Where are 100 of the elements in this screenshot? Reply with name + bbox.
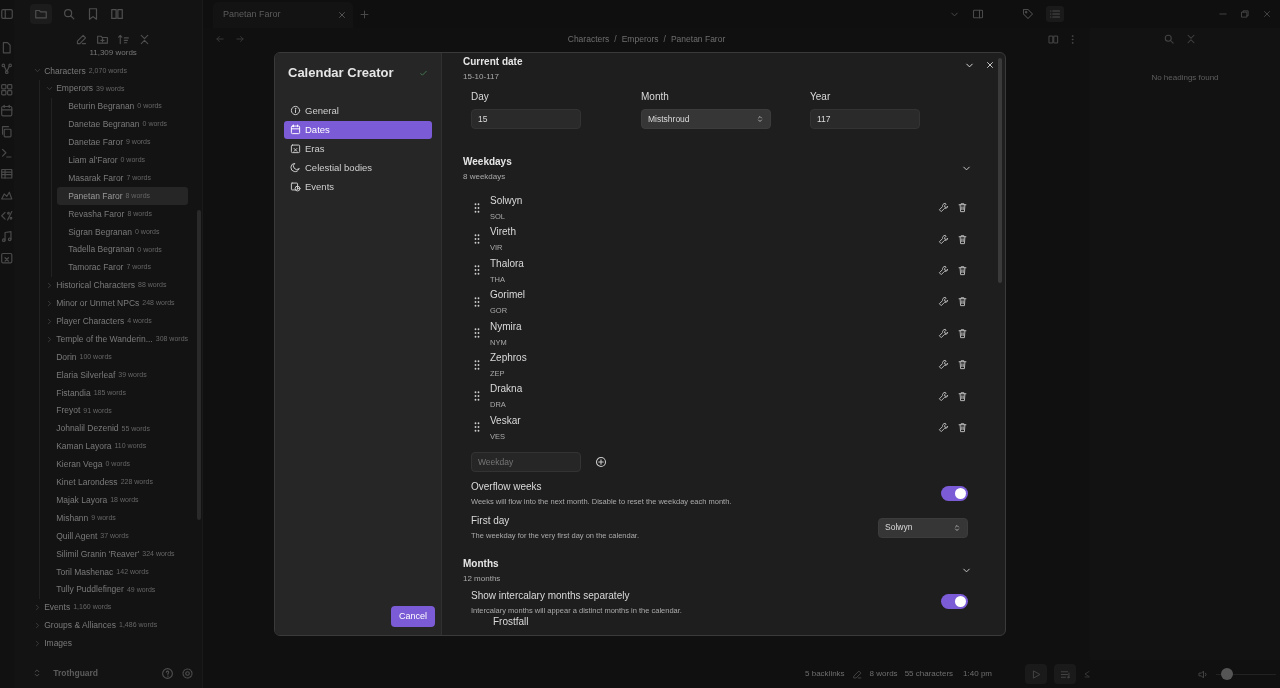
character-count: 55 characters <box>904 668 954 680</box>
select-field[interactable]: Solwyn <box>878 517 968 538</box>
cancel-button[interactable]: Cancel <box>391 605 435 627</box>
breadcrumb-link[interactable]: Panetan Faror <box>670 32 726 46</box>
nav-item[interactable]: General <box>284 102 432 120</box>
delete-icon[interactable] <box>957 390 968 402</box>
terminal-icon[interactable] <box>0 146 14 160</box>
wrench-icon[interactable] <box>938 359 949 371</box>
input-field[interactable]: 15 <box>471 109 581 129</box>
grid-icon[interactable] <box>0 83 14 97</box>
file-icon[interactable] <box>0 41 14 55</box>
breadcrumb-separator: / <box>614 32 617 46</box>
forward-icon[interactable] <box>235 34 246 44</box>
slider-thumb[interactable] <box>1220 668 1233 680</box>
toggle-switch[interactable] <box>941 594 968 610</box>
folder-icon[interactable] <box>34 7 49 21</box>
field-label: Year <box>810 90 832 104</box>
check-icon[interactable] <box>419 68 428 78</box>
nav-item[interactable]: Celestial bodies <box>284 159 432 177</box>
breadcrumb-separator: / <box>663 32 666 46</box>
wrench-icon[interactable] <box>938 421 949 433</box>
delete-icon[interactable] <box>957 359 968 371</box>
book-icon[interactable] <box>110 7 125 21</box>
empty-outline-message: No headings found <box>1151 72 1219 84</box>
weekday-name: Thalora <box>490 256 524 271</box>
nav-item[interactable]: Dates <box>284 121 432 139</box>
wrench-icon[interactable] <box>938 390 949 402</box>
delete-icon[interactable] <box>957 202 968 214</box>
code-icon[interactable] <box>0 209 14 223</box>
edit-icon[interactable] <box>851 668 863 680</box>
breadcrumb-link[interactable]: Characters <box>567 32 610 46</box>
scrollbar[interactable] <box>197 210 202 520</box>
play-button[interactable] <box>1025 664 1047 684</box>
list-icon[interactable] <box>1049 8 1061 20</box>
wrench-icon[interactable] <box>938 264 949 276</box>
weekday-name: Drakna <box>490 382 523 397</box>
close-icon[interactable] <box>985 60 995 70</box>
delete-icon[interactable] <box>957 233 968 245</box>
toggle-switch[interactable] <box>941 485 968 501</box>
calendar-icon[interactable] <box>0 251 14 265</box>
delete-icon[interactable] <box>957 264 968 276</box>
section-title: Weekdays <box>463 155 512 169</box>
note-tab[interactable]: Panetan Faror <box>213 2 354 28</box>
split-view-icon[interactable] <box>972 8 984 20</box>
search-icon[interactable] <box>62 7 77 21</box>
tree-item[interactable]: Images <box>33 634 189 653</box>
weekday-name: Nymira <box>490 319 522 334</box>
section-title: Current date <box>463 55 523 69</box>
info-icon <box>290 105 301 117</box>
word-count: 8 words <box>869 668 898 680</box>
field-label: Day <box>471 90 490 104</box>
graph-icon[interactable] <box>0 62 14 76</box>
search-icon[interactable] <box>1163 33 1175 45</box>
setting-label: First day <box>471 514 511 529</box>
new-folder-icon[interactable] <box>96 33 110 46</box>
weekday-name: Gorimel <box>490 288 525 303</box>
weekday-name: Veskar <box>490 413 521 428</box>
delete-icon[interactable] <box>957 327 968 339</box>
restore-icon[interactable] <box>1240 9 1250 19</box>
tag-icon[interactable] <box>1022 8 1034 20</box>
sort-icon[interactable] <box>117 33 131 46</box>
input-field[interactable]: 117 <box>810 109 920 129</box>
calendar-icon <box>290 124 301 136</box>
wrench-icon[interactable] <box>938 327 949 339</box>
section-title: Months <box>463 556 499 571</box>
wrench-icon[interactable] <box>938 202 949 214</box>
reading-view-icon[interactable] <box>1048 33 1059 45</box>
breadcrumb-link[interactable]: Emperors <box>621 32 659 46</box>
delete-icon[interactable] <box>957 421 968 433</box>
new-tab-icon[interactable] <box>359 8 371 20</box>
weekday-input[interactable]: Weekday <box>471 452 581 473</box>
calendar-icon[interactable] <box>0 104 14 118</box>
nav-item[interactable]: Eras <box>284 140 432 158</box>
wrench-icon[interactable] <box>938 296 949 308</box>
delete-icon[interactable] <box>957 296 968 308</box>
nav-item[interactable]: Events <box>284 178 432 196</box>
add-icon[interactable] <box>595 456 607 469</box>
back-icon[interactable] <box>215 34 226 44</box>
volume-icon[interactable] <box>1198 668 1209 680</box>
queue-button[interactable] <box>1054 664 1076 684</box>
sidebar-toggle-icon[interactable] <box>0 7 15 21</box>
play-icon <box>1030 668 1042 680</box>
updown-icon <box>756 115 764 123</box>
section-count: 12 months <box>463 572 501 585</box>
table-icon[interactable] <box>0 167 14 181</box>
vault-name[interactable]: Trothguard <box>53 666 99 680</box>
help-icon[interactable] <box>161 666 175 680</box>
tab-title[interactable]: Panetan Faror <box>223 8 281 22</box>
setting-label: Show intercalary months separately <box>471 588 631 603</box>
music-icon[interactable] <box>0 230 14 244</box>
setting-label: Overflow weeks <box>471 480 543 495</box>
calendar-icon <box>290 143 301 155</box>
wrench-icon[interactable] <box>938 233 949 245</box>
month-select[interactable]: Mistshroud <box>641 109 771 129</box>
word-count: 11,309 words <box>88 47 137 59</box>
settings-icon[interactable] <box>181 666 195 680</box>
new-note-icon[interactable] <box>75 33 89 46</box>
backlinks-count[interactable]: 5 backlinks <box>805 668 845 680</box>
volume-slider[interactable] <box>1216 668 1276 680</box>
copy-icon[interactable] <box>0 125 14 139</box>
